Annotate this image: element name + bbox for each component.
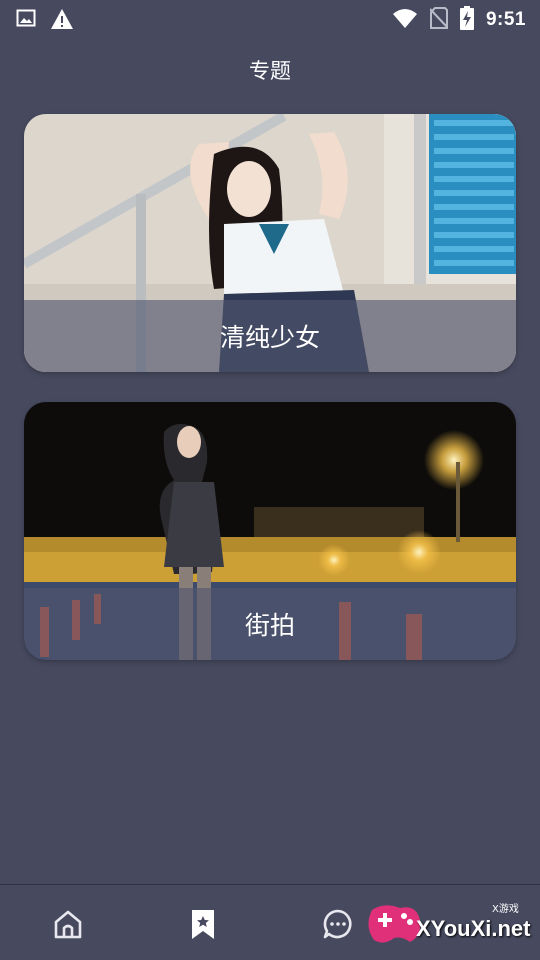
watermark: X游戏 XYouXi.net: [364, 894, 534, 952]
nav-home[interactable]: [51, 907, 85, 941]
topic-label-band: 街拍: [24, 588, 516, 660]
no-sim-icon: [429, 7, 449, 33]
chat-icon: [321, 909, 355, 945]
clock: 9:51: [485, 9, 526, 30]
image-icon: [16, 8, 36, 34]
page-title: 专题: [249, 59, 291, 83]
topic-label: 清纯少女: [219, 323, 320, 352]
wifi-icon: [392, 7, 418, 33]
topic-label: 街拍: [244, 611, 295, 640]
nav-topics[interactable]: [186, 907, 220, 941]
topic-card-2[interactable]: 街拍: [24, 402, 516, 660]
topic-card-1[interactable]: 清纯少女: [24, 114, 516, 372]
nav-messages[interactable]: [321, 907, 355, 941]
gamepad-logo-icon: [368, 905, 421, 943]
topic-label-band: 清纯少女: [24, 300, 516, 372]
battery-charging-icon: [459, 6, 474, 34]
status-bar: 9:51: [0, 0, 540, 38]
warning-icon: [50, 8, 74, 34]
watermark-text: XYouXi.net: [416, 916, 531, 941]
bookmark-star-icon: [186, 910, 220, 945]
watermark-small-text: X游戏: [492, 904, 519, 915]
home-icon: [51, 910, 85, 945]
